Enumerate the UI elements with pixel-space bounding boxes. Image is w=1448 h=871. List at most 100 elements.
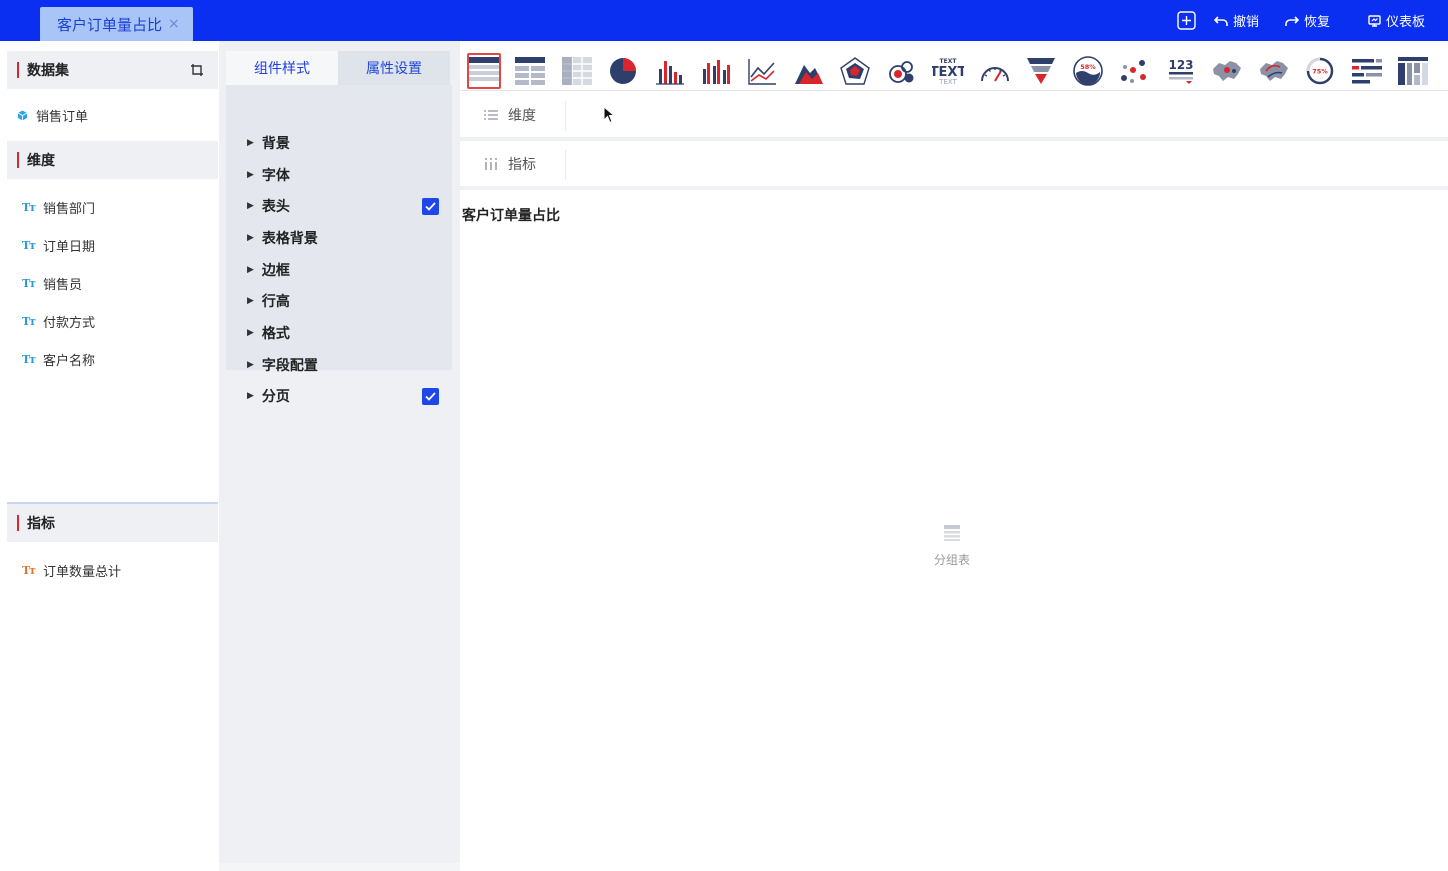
svg-text:75%: 75%: [1312, 68, 1328, 76]
grouped-bar-chart-icon: [703, 60, 730, 84]
undo-button[interactable]: 撤销: [1214, 0, 1259, 41]
table-placeholder-icon: [944, 525, 960, 541]
undo-label: 撤销: [1233, 15, 1260, 30]
map-chart-icon: [1213, 61, 1241, 81]
redo-label: 恢复: [1304, 15, 1331, 30]
chart-type-grouped-bar[interactable]: [699, 54, 733, 88]
dataset-name: 销售订单: [36, 110, 89, 125]
chart-type-text[interactable]: TEXT TEXT TEXT: [931, 54, 965, 88]
chart-type-radar[interactable]: [838, 54, 872, 88]
treemap-icon: [1398, 57, 1428, 85]
metric-drop-zone[interactable]: 指标: [460, 142, 1448, 190]
chart-type-water-ball[interactable]: 58%: [1071, 54, 1105, 88]
chart-type-map[interactable]: [1210, 54, 1244, 88]
chart-type-funnel[interactable]: [1024, 54, 1058, 88]
chart-type-cross-table[interactable]: [560, 54, 594, 88]
style-list: ▶ 背景 ▶ 字体 ▶ 表头 ▶ 表格背景 ▶ 边框 ▶ 行高 ▶ 格式 ▶ 字…: [226, 85, 452, 405]
detail-table-icon: [515, 57, 545, 85]
bar-chart-icon: [656, 61, 684, 85]
dataset-title: 数据集: [27, 63, 69, 79]
dimension-field[interactable]: Tт 订单日期: [22, 236, 95, 255]
style-item-format[interactable]: ▶ 格式: [247, 323, 290, 343]
dimension-field[interactable]: Tт 销售员: [22, 274, 82, 293]
chart-type-pie[interactable]: [606, 54, 640, 88]
ranking-bar-icon: [1352, 59, 1382, 84]
caret-right-icon: ▶: [247, 296, 254, 306]
dimension-field[interactable]: Tт 客户名称: [22, 350, 95, 369]
chart-editor: TEXT TEXT TEXT 58% 123 75% 维度 指标 客户订单量占比…: [460, 41, 1448, 871]
chart-placeholder: 分组表: [900, 525, 1004, 568]
crop-switch-icon[interactable]: [190, 63, 204, 77]
style-item-table-background[interactable]: ▶ 表格背景: [247, 228, 318, 248]
text-type-icon: Tт: [22, 353, 36, 366]
chart-type-group-table[interactable]: [467, 53, 501, 89]
redo-button[interactable]: 恢复: [1285, 0, 1330, 41]
style-item-background[interactable]: ▶ 背景: [247, 133, 290, 153]
top-bar: 客户订单量占比 × 撤销 恢复 仪表板: [0, 0, 1448, 41]
add-button[interactable]: [1177, 0, 1196, 41]
radar-chart-icon: [840, 57, 870, 85]
chart-type-bar[interactable]: [653, 54, 687, 88]
tab-component-style[interactable]: 组件样式: [226, 51, 338, 85]
metric-drop-label: 指标: [484, 142, 536, 186]
field-panel: 数据集 销售订单 维度 Tт 销售部门 Tт 订单日期 Tт 销售员 Tт 付款…: [0, 41, 219, 871]
metric-field[interactable]: Tт 订单数量总计: [22, 561, 121, 580]
style-item-field-config[interactable]: ▶ 字段配置: [247, 355, 318, 375]
chart-type-flow-map[interactable]: [1257, 54, 1291, 88]
chart-type-toolbar: TEXT TEXT TEXT 58% 123 75%: [460, 41, 1448, 91]
metric-field-label: 订单数量总计: [43, 565, 122, 580]
metric-drop-text: 指标: [508, 157, 536, 173]
dimension-drop-text: 维度: [508, 108, 536, 124]
chart-type-kpi[interactable]: 123: [1164, 54, 1198, 88]
chart-type-area[interactable]: [792, 54, 826, 88]
chart-title[interactable]: 客户订单量占比: [462, 205, 560, 225]
chart-type-treemap[interactable]: [1396, 54, 1430, 88]
pagination-checkbox[interactable]: [422, 388, 439, 405]
style-item-label: 边框: [261, 263, 290, 279]
style-item-header[interactable]: ▶ 表头: [247, 196, 290, 216]
dimension-field[interactable]: Tт 销售部门: [22, 198, 95, 217]
drop-zone-separator: [565, 150, 566, 180]
chart-type-progress-ring[interactable]: 75%: [1303, 54, 1337, 88]
group-table-icon: [469, 57, 499, 81]
svg-text:123: 123: [1168, 58, 1193, 72]
funnel-chart-icon: [1027, 58, 1055, 84]
chart-type-detail-table[interactable]: [513, 54, 547, 88]
placeholder-label: 分组表: [933, 553, 970, 567]
tab-property-settings[interactable]: 属性设置: [338, 51, 450, 85]
caret-right-icon: ▶: [247, 138, 254, 148]
drop-zone-separator: [565, 101, 566, 131]
style-item-label: 背景: [261, 136, 290, 152]
style-item-label: 表格背景: [261, 231, 318, 247]
chart-type-bubble[interactable]: [885, 54, 919, 88]
dashboard-button[interactable]: 仪表板: [1368, 0, 1425, 41]
style-item-border[interactable]: ▶ 边框: [247, 260, 290, 280]
header-checkbox[interactable]: [422, 198, 439, 215]
chart-type-gauge[interactable]: [978, 54, 1012, 88]
check-icon: [425, 202, 436, 211]
area-chart-icon: [795, 65, 823, 84]
style-item-label: 字体: [261, 168, 290, 184]
chart-type-scatter[interactable]: [1117, 54, 1151, 88]
dimension-field-label: 销售部门: [43, 202, 96, 217]
style-item-pagination[interactable]: ▶ 分页: [247, 386, 290, 406]
close-icon[interactable]: ×: [168, 16, 180, 32]
kpi-number-icon: 123: [1168, 58, 1194, 84]
dimension-field[interactable]: Tт 付款方式: [22, 312, 95, 331]
check-icon: [425, 392, 436, 401]
columns-icon: [485, 158, 497, 170]
style-item-row-height[interactable]: ▶ 行高: [247, 291, 290, 311]
style-item-font[interactable]: ▶ 字体: [247, 165, 290, 185]
style-item-label: 行高: [261, 294, 290, 310]
caret-right-icon: ▶: [247, 233, 254, 243]
chart-type-ranking[interactable]: [1350, 54, 1384, 88]
caret-right-icon: ▶: [247, 328, 254, 338]
caret-right-icon: ▶: [247, 391, 254, 401]
chart-type-line[interactable]: [745, 54, 779, 88]
report-tab[interactable]: 客户订单量占比 ×: [40, 7, 193, 41]
dimension-field-label: 客户名称: [43, 354, 96, 369]
bubble-chart-icon: [889, 61, 914, 83]
dataset-item[interactable]: 销售订单: [17, 106, 88, 125]
dimension-drop-label: 维度: [484, 93, 536, 137]
cube-icon: [17, 110, 28, 121]
